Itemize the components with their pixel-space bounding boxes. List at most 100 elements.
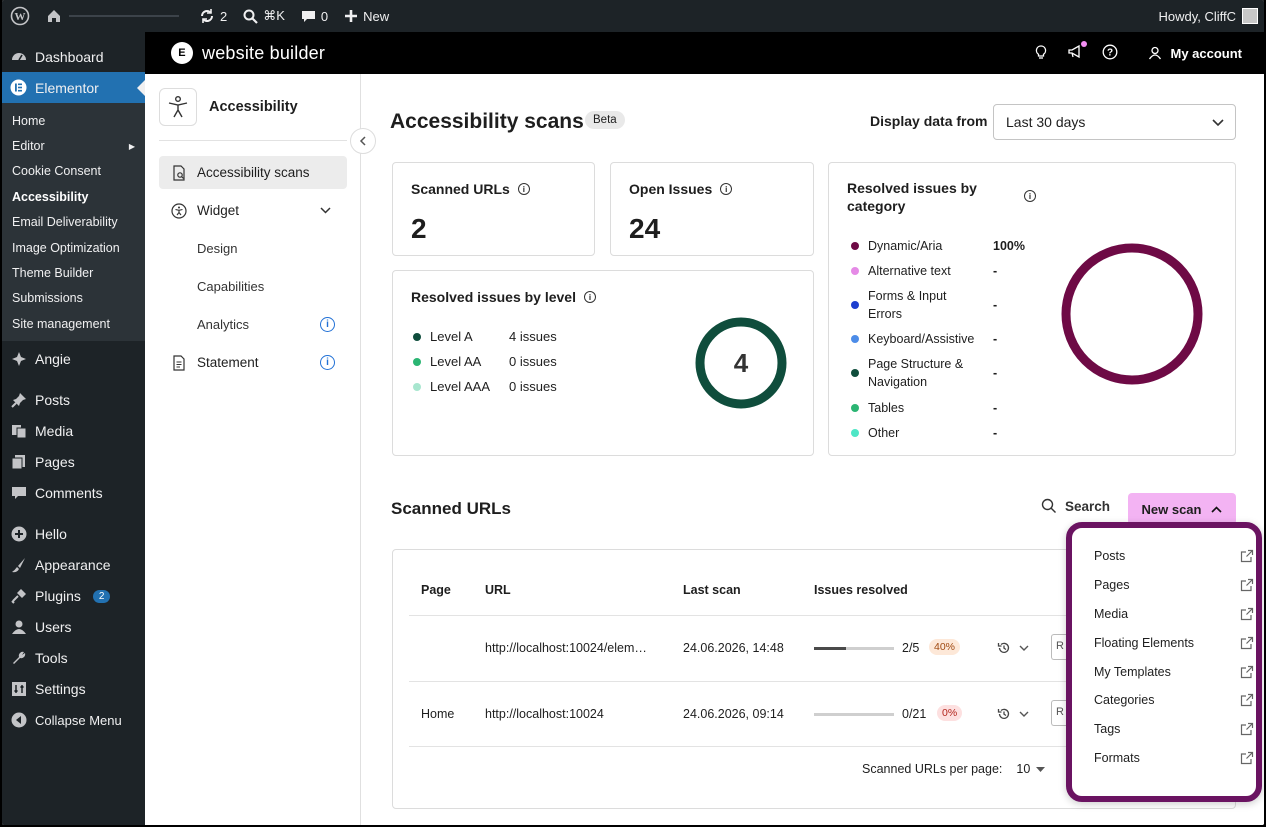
info-icon[interactable]: i: [1024, 190, 1036, 202]
dropdown-item-categories[interactable]: Categories: [1094, 693, 1254, 707]
new-content-button[interactable]: New: [336, 0, 397, 32]
info-icon[interactable]: i: [583, 291, 596, 303]
submenu-item-site-management[interactable]: Site management: [2, 311, 145, 336]
nav-accessibility-scans[interactable]: Accessibility scans: [159, 156, 347, 189]
sidebar-item-comments[interactable]: Comments: [2, 478, 145, 509]
history-icon[interactable]: [997, 707, 1011, 721]
cell-last-scan: 24.06.2026, 09:14: [683, 707, 784, 721]
chevron-down-icon[interactable]: [1019, 645, 1029, 652]
submenu-item-cookie-consent[interactable]: Cookie Consent: [2, 159, 145, 184]
wordpress-logo-icon[interactable]: W: [2, 0, 38, 32]
dropdown-item-label: Media: [1094, 607, 1129, 621]
info-icon[interactable]: i: [517, 183, 530, 195]
sidebar-item-hello[interactable]: Hello: [2, 519, 145, 550]
submenu-item-submissions[interactable]: Submissions: [2, 286, 145, 311]
nav-statement[interactable]: Statement i: [159, 346, 347, 379]
dropdown-item-tags[interactable]: Tags: [1094, 722, 1254, 736]
info-icon[interactable]: i: [320, 317, 335, 332]
sidebar-item-label: Pages: [35, 454, 75, 471]
category-value: -: [993, 426, 998, 440]
submenu-item-image-optimization[interactable]: Image Optimization: [2, 235, 145, 260]
submenu-item-home[interactable]: Home: [2, 108, 145, 133]
sidebar-item-label: Comments: [35, 485, 103, 502]
sidebar-item-pages[interactable]: Pages: [2, 447, 145, 478]
nav-label: Analytics: [197, 317, 250, 332]
dropdown-item-pages[interactable]: Pages: [1094, 578, 1254, 592]
donut-total: 4: [734, 348, 749, 378]
settings-icon: [10, 681, 27, 698]
new-scan-button[interactable]: New scan: [1128, 493, 1236, 525]
nav-design[interactable]: Design: [159, 232, 347, 265]
sidebar-item-label: Plugins: [35, 588, 81, 605]
dropdown-item-posts[interactable]: Posts: [1094, 549, 1254, 563]
category-name: Alternative text: [868, 264, 951, 278]
avatar[interactable]: [1242, 8, 1258, 24]
sidebar-item-posts[interactable]: Posts: [2, 385, 145, 416]
sidebar-item-angie[interactable]: Angie: [2, 344, 145, 375]
category-name: Keyboard/Assistive: [868, 332, 975, 346]
sidebar-item-elementor[interactable]: Elementor: [2, 72, 145, 103]
sidebar-item-tools[interactable]: Tools: [2, 643, 145, 674]
sidebar-item-plugins[interactable]: Plugins 2: [2, 581, 145, 612]
info-icon[interactable]: i: [720, 183, 733, 195]
dropdown-item-my-templates[interactable]: My Templates: [1094, 665, 1254, 679]
nav-capabilities[interactable]: Capabilities: [159, 270, 347, 303]
dropdown-item-media[interactable]: Media: [1094, 607, 1254, 621]
sidebar-item-users[interactable]: Users: [2, 612, 145, 643]
category-value: -: [993, 298, 998, 312]
collapse-panel-button[interactable]: [350, 128, 376, 154]
sidebar-collapse-menu[interactable]: Collapse Menu: [2, 705, 145, 736]
document-icon: [173, 354, 185, 371]
cell-url[interactable]: http://localhost:10024/elem…: [485, 641, 647, 655]
external-link-icon: [1240, 693, 1254, 707]
sidebar-item-label: Dashboard: [35, 48, 104, 65]
dashboard-icon: [10, 48, 27, 65]
howdy-user[interactable]: Howdy, CliffC: [1158, 9, 1236, 24]
sidebar-item-appearance[interactable]: Appearance: [2, 550, 145, 581]
megaphone-icon[interactable]: [1067, 41, 1088, 63]
sidebar-item-label: Tools: [35, 650, 68, 667]
new-scan-dropdown: Posts Pages Media Floating Elements My T…: [1066, 522, 1262, 802]
collapse-arrow-icon: [10, 712, 27, 729]
nav-analytics[interactable]: Analytics i: [159, 308, 347, 341]
updates-button[interactable]: 2: [191, 0, 235, 32]
search-button[interactable]: Search: [1041, 498, 1110, 514]
chevron-down-icon[interactable]: [1019, 711, 1029, 718]
submenu-item-editor[interactable]: Editor ▶: [2, 133, 145, 158]
category-name: Forms & Input Errors: [868, 289, 947, 321]
account-icon: [1149, 46, 1162, 60]
updates-icon: [201, 9, 213, 23]
lightbulb-icon[interactable]: [1033, 44, 1049, 63]
submenu-item-email-deliverability[interactable]: Email Deliverability: [2, 210, 145, 235]
dropdown-item-formats[interactable]: Formats: [1094, 751, 1254, 765]
history-icon[interactable]: [997, 641, 1011, 655]
dropdown-item-label: Tags: [1094, 722, 1121, 736]
submenu-item-accessibility[interactable]: Accessibility: [2, 184, 145, 209]
svg-text:?: ?: [1107, 47, 1113, 58]
sidebar-item-settings[interactable]: Settings: [2, 674, 145, 705]
submenu-item-theme-builder[interactable]: Theme Builder: [2, 260, 145, 285]
submenu-item-label: Editor: [12, 139, 45, 154]
site-home-icon[interactable]: [38, 0, 187, 32]
donut-ring: [1061, 243, 1203, 385]
date-range-select[interactable]: Last 30 days: [993, 104, 1236, 140]
hello-theme-icon: [10, 526, 27, 543]
admin-bar: W 2 ⌘K 0 New Howdy, CliffC: [2, 0, 1264, 32]
sidebar-item-dashboard[interactable]: Dashboard: [2, 41, 145, 72]
open-issues-count: 24: [629, 213, 661, 244]
search-shortcut-button[interactable]: ⌘K: [235, 0, 293, 32]
per-page-select[interactable]: 10: [1016, 762, 1046, 776]
search-icon: [243, 9, 259, 24]
dropdown-item-floating-elements[interactable]: Floating Elements: [1094, 636, 1254, 650]
category-value: -: [993, 264, 998, 278]
info-icon[interactable]: i: [320, 355, 335, 370]
sidebar-item-media[interactable]: Media: [2, 416, 145, 447]
comments-button[interactable]: 0: [293, 0, 336, 32]
chevron-left-icon: [359, 136, 366, 146]
help-icon[interactable]: ?: [1102, 44, 1118, 63]
my-account-button[interactable]: My account: [1148, 46, 1242, 61]
nav-widget[interactable]: Widget: [159, 194, 347, 227]
cell-url[interactable]: http://localhost:10024: [485, 707, 604, 721]
percent-badge: 0%: [937, 705, 963, 721]
external-link-icon: [1240, 549, 1254, 563]
